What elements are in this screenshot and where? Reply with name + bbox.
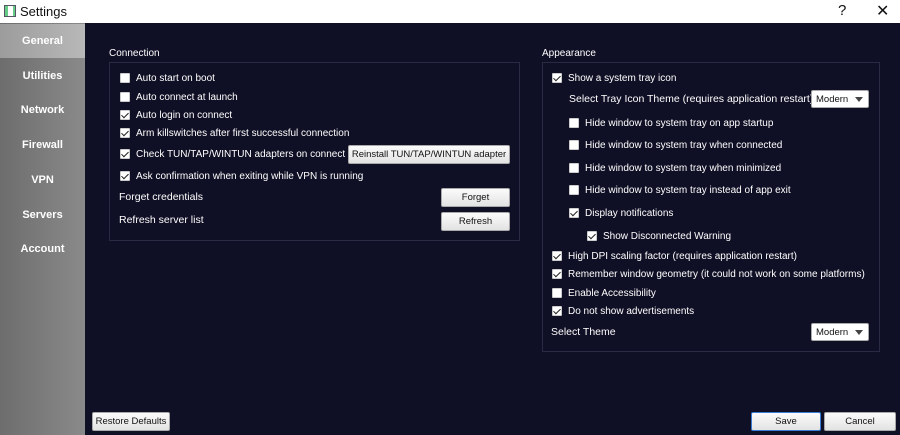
hide-startup-checkbox[interactable] xyxy=(569,118,579,128)
connection-title: Connection xyxy=(109,48,160,59)
accessibility-row[interactable]: Enable Accessibility xyxy=(552,286,656,300)
sidebar-item-general[interactable]: General xyxy=(0,24,85,58)
high-dpi-checkbox[interactable] xyxy=(552,251,562,261)
auto-login-row[interactable]: Auto login on connect xyxy=(120,108,232,122)
hide-exit-row[interactable]: Hide window to system tray instead of ap… xyxy=(569,183,791,197)
refresh-button[interactable]: Refresh xyxy=(441,212,510,231)
close-icon[interactable]: ✕ xyxy=(876,1,889,21)
hide-exit-checkbox[interactable] xyxy=(569,185,579,195)
auto-start-checkbox[interactable] xyxy=(120,73,130,83)
show-disconnected-checkbox[interactable] xyxy=(587,231,597,241)
chevron-down-icon xyxy=(855,330,863,335)
no-ads-checkbox[interactable] xyxy=(552,306,562,316)
forget-credentials-label: Forget credentials xyxy=(119,191,204,203)
hide-startup-label: Hide window to system tray on app startu… xyxy=(585,117,774,129)
hide-connected-checkbox[interactable] xyxy=(569,140,579,150)
hide-minimized-checkbox[interactable] xyxy=(569,163,579,173)
killswitch-row[interactable]: Arm killswitches after first successful … xyxy=(120,126,349,140)
theme-select[interactable]: Modern xyxy=(811,323,869,341)
sidebar: General Utilities Network Firewall VPN S… xyxy=(0,23,85,435)
check-tun-row[interactable]: Check TUN/TAP/WINTUN adapters on connect xyxy=(120,147,345,161)
hide-minimized-label: Hide window to system tray when minimize… xyxy=(585,162,782,174)
show-disconnected-row[interactable]: Show Disconnected Warning xyxy=(587,229,731,243)
tray-icon-checkbox[interactable] xyxy=(552,73,562,83)
high-dpi-row[interactable]: High DPI scaling factor (requires applic… xyxy=(552,249,797,263)
ask-confirm-label: Ask confirmation when exiting while VPN … xyxy=(136,170,364,182)
reinstall-adapter-button[interactable]: Reinstall TUN/TAP/WINTUN adapter xyxy=(348,145,510,164)
high-dpi-label: High DPI scaling factor (requires applic… xyxy=(568,250,797,262)
tray-theme-select[interactable]: Modern xyxy=(811,90,869,108)
check-tun-checkbox[interactable] xyxy=(120,149,130,159)
app-icon xyxy=(4,5,16,17)
check-tun-label: Check TUN/TAP/WINTUN adapters on connect xyxy=(136,148,346,160)
sidebar-item-utilities[interactable]: Utilities xyxy=(0,59,85,93)
ask-confirm-row[interactable]: Ask confirmation when exiting while VPN … xyxy=(120,169,363,183)
ask-confirm-checkbox[interactable] xyxy=(120,171,130,181)
sidebar-item-vpn[interactable]: VPN xyxy=(0,163,85,197)
show-disconnected-label: Show Disconnected Warning xyxy=(603,230,732,242)
no-ads-row[interactable]: Do not show advertisements xyxy=(552,304,694,318)
display-notifications-row[interactable]: Display notifications xyxy=(569,206,673,220)
display-notifications-label: Display notifications xyxy=(585,207,674,219)
save-button[interactable]: Save xyxy=(751,412,821,431)
display-notifications-checkbox[interactable] xyxy=(569,208,579,218)
theme-value: Modern xyxy=(816,327,849,338)
remember-geometry-checkbox[interactable] xyxy=(552,269,562,279)
auto-login-checkbox[interactable] xyxy=(120,110,130,120)
auto-start-row[interactable]: Auto start on boot xyxy=(120,71,215,85)
hide-startup-row[interactable]: Hide window to system tray on app startu… xyxy=(569,116,773,130)
auto-start-label: Auto start on boot xyxy=(136,72,215,84)
killswitch-checkbox[interactable] xyxy=(120,128,130,138)
title-bar: Settings ? ✕ xyxy=(0,0,900,23)
remember-geometry-label: Remember window geometry (it could not w… xyxy=(568,268,865,280)
cancel-button[interactable]: Cancel xyxy=(824,412,896,431)
accessibility-checkbox[interactable] xyxy=(552,288,562,298)
help-icon[interactable]: ? xyxy=(838,2,846,19)
hide-connected-label: Hide window to system tray when connecte… xyxy=(585,139,783,151)
sidebar-item-servers[interactable]: Servers xyxy=(0,198,85,232)
remember-geometry-row[interactable]: Remember window geometry (it could not w… xyxy=(552,267,865,281)
forget-button[interactable]: Forget xyxy=(441,188,510,207)
chevron-down-icon xyxy=(855,97,863,102)
hide-exit-label: Hide window to system tray instead of ap… xyxy=(585,184,791,196)
select-theme-label: Select Theme xyxy=(551,326,616,338)
restore-defaults-button[interactable]: Restore Defaults xyxy=(92,412,170,431)
accessibility-label: Enable Accessibility xyxy=(568,287,656,299)
hide-connected-row[interactable]: Hide window to system tray when connecte… xyxy=(569,138,782,152)
refresh-server-list-label: Refresh server list xyxy=(119,214,204,226)
tray-icon-label: Show a system tray icon xyxy=(568,72,677,84)
sidebar-item-network[interactable]: Network xyxy=(0,93,85,127)
appearance-title: Appearance xyxy=(542,48,596,59)
hide-minimized-row[interactable]: Hide window to system tray when minimize… xyxy=(569,161,781,175)
sidebar-item-firewall[interactable]: Firewall xyxy=(0,128,85,162)
main-panel: Connection Auto start on boot Auto conne… xyxy=(85,23,900,435)
sidebar-item-account[interactable]: Account xyxy=(0,232,85,266)
window-title: Settings xyxy=(20,4,67,19)
killswitch-label: Arm killswitches after first successful … xyxy=(136,127,350,139)
no-ads-label: Do not show advertisements xyxy=(568,305,695,317)
auto-login-label: Auto login on connect xyxy=(136,109,233,121)
tray-icon-row[interactable]: Show a system tray icon xyxy=(552,71,676,85)
tray-theme-label: Select Tray Icon Theme (requires applica… xyxy=(569,93,814,105)
auto-connect-row[interactable]: Auto connect at launch xyxy=(120,90,238,104)
auto-connect-label: Auto connect at launch xyxy=(136,91,238,103)
auto-connect-checkbox[interactable] xyxy=(120,92,130,102)
tray-theme-value: Modern xyxy=(816,94,849,105)
